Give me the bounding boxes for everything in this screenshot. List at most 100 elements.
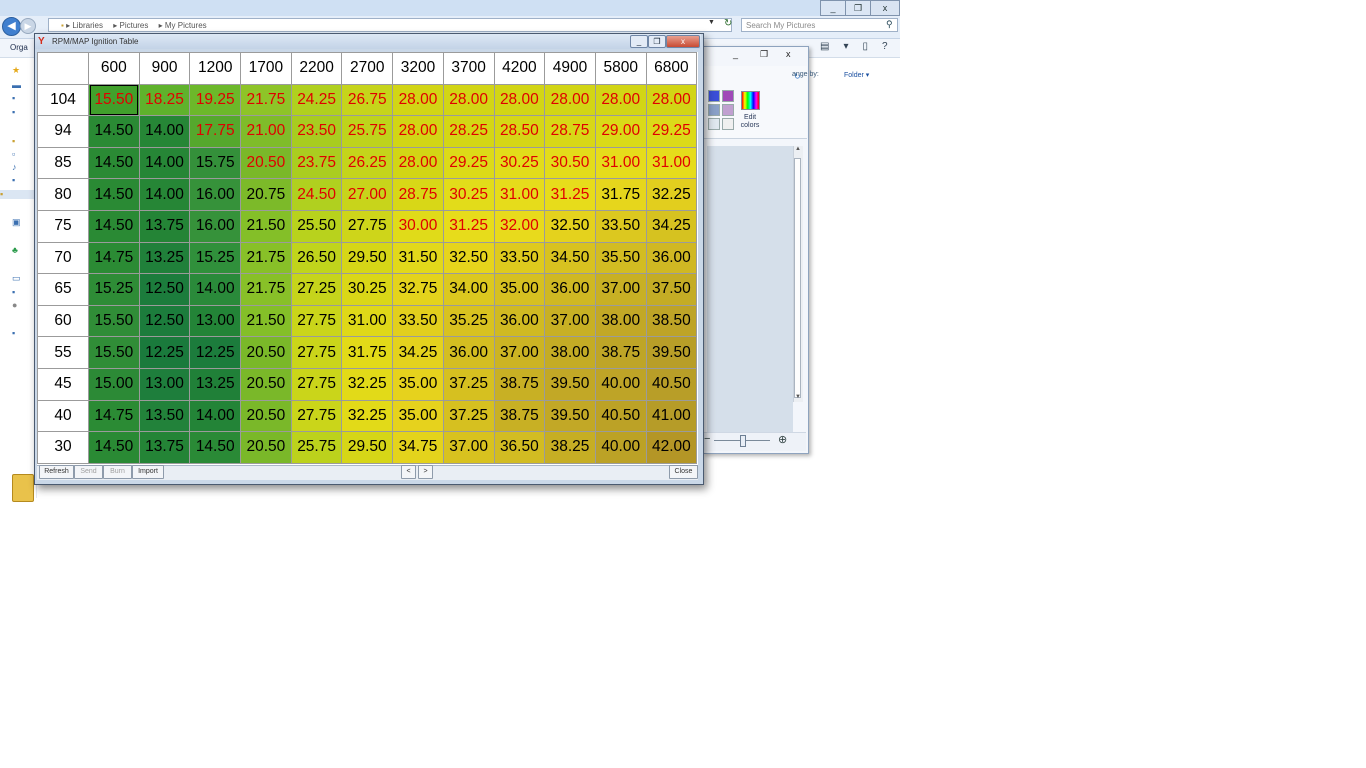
zoom-out-icon[interactable]: −: [704, 433, 710, 445]
breadcrumb-item[interactable]: ▸ My Pictures: [159, 21, 207, 30]
table-cell[interactable]: 36.00: [442, 336, 495, 369]
table-cell[interactable]: 25.75: [341, 115, 394, 148]
table-cell[interactable]: 28.00: [392, 146, 444, 180]
table-cell[interactable]: 25.50: [290, 209, 343, 243]
table-cell[interactable]: 29.50: [341, 241, 394, 275]
favorites-star-icon[interactable]: ★: [12, 66, 22, 75]
zoom-slider-thumb[interactable]: [740, 435, 746, 447]
table-cell[interactable]: 28.00: [392, 115, 444, 148]
table-cell[interactable]: 12.50: [138, 273, 191, 306]
view-options-icons[interactable]: ▤▾▯?: [820, 41, 902, 52]
table-cell[interactable]: 14.00: [189, 273, 242, 306]
color-swatch[interactable]: [722, 118, 734, 130]
organize-menu[interactable]: Orga: [10, 43, 28, 52]
disk-drive-icon[interactable]: ●: [12, 301, 22, 310]
table-cell[interactable]: 29.25: [645, 115, 698, 148]
table-cell[interactable]: 14.00: [138, 146, 191, 180]
table-cell[interactable]: 20.75: [240, 178, 292, 211]
table-cell[interactable]: 14.50: [88, 431, 140, 464]
table-cell[interactable]: 29.25: [442, 146, 495, 180]
table-cell[interactable]: 27.75: [290, 399, 343, 433]
maximize-button[interactable]: ❐: [648, 35, 666, 48]
table-cell[interactable]: 31.00: [493, 178, 546, 211]
table-cell[interactable]: 42.00: [645, 431, 698, 464]
table-cell[interactable]: 15.25: [88, 273, 140, 306]
network-icon[interactable]: ▪: [12, 329, 22, 338]
edit-colors-icon[interactable]: [741, 91, 760, 110]
table-cell[interactable]: 24.25: [290, 83, 343, 117]
paint-minimize-button[interactable]: _: [733, 49, 738, 59]
table-cell[interactable]: 14.00: [138, 115, 191, 148]
table-cell[interactable]: 31.50: [392, 241, 444, 275]
my-pictures-selected-icon[interactable]: ▪: [0, 190, 36, 199]
table-cell[interactable]: 27.25: [290, 273, 343, 306]
table-cell[interactable]: 19.25: [189, 83, 242, 117]
color-swatch[interactable]: [708, 104, 720, 116]
table-cell[interactable]: 28.00: [594, 83, 647, 117]
table-cell[interactable]: 21.75: [240, 83, 292, 117]
table-cell[interactable]: 12.25: [138, 336, 191, 369]
explorer-close-button[interactable]: x: [870, 0, 900, 16]
table-cell[interactable]: 27.00: [341, 178, 394, 211]
close-button[interactable]: Close: [669, 465, 698, 479]
table-cell[interactable]: 14.50: [88, 178, 140, 211]
table-cell[interactable]: 15.50: [88, 336, 140, 369]
table-cell[interactable]: 32.50: [442, 241, 495, 275]
table-cell[interactable]: 15.50: [88, 304, 140, 338]
table-cell[interactable]: 31.00: [594, 146, 647, 180]
table-cell[interactable]: 38.00: [544, 336, 596, 369]
table-cell[interactable]: 14.50: [88, 209, 140, 243]
back-arrow-icon[interactable]: ◀: [2, 17, 21, 36]
table-cell[interactable]: 37.00: [594, 273, 647, 306]
table-cell[interactable]: 31.00: [341, 304, 394, 338]
table-cell[interactable]: 25.75: [290, 431, 343, 464]
table-cell[interactable]: 40.00: [594, 431, 647, 464]
table-cell[interactable]: 37.00: [493, 336, 546, 369]
table-cell[interactable]: 35.50: [594, 241, 647, 275]
address-bar[interactable]: ▪ ▸ Libraries ▸ Pictures ▸ My Pictures: [48, 18, 732, 32]
search-icon[interactable]: ⚲: [886, 19, 893, 30]
table-cell[interactable]: 29.00: [594, 115, 647, 148]
table-cell[interactable]: 28.00: [442, 83, 495, 117]
table-cell[interactable]: 34.25: [392, 336, 444, 369]
table-cell[interactable]: 31.75: [594, 178, 647, 211]
table-cell[interactable]: 38.75: [493, 399, 546, 433]
table-cell[interactable]: 28.25: [442, 115, 495, 148]
table-cell[interactable]: 38.75: [594, 336, 647, 369]
table-cell[interactable]: 30.25: [493, 146, 546, 180]
paint-canvas[interactable]: [707, 146, 793, 432]
burn-button[interactable]: Burn: [103, 465, 132, 479]
table-cell[interactable]: 35.25: [442, 304, 495, 338]
scroll-down-icon[interactable]: ▼: [795, 394, 801, 400]
table-cell[interactable]: 34.00: [442, 273, 495, 306]
color-swatch[interactable]: [722, 104, 734, 116]
music-icon[interactable]: ♪: [12, 163, 22, 172]
table-cell[interactable]: 20.50: [240, 431, 292, 464]
color-swatch[interactable]: [708, 90, 720, 102]
recent-places-icon[interactable]: ▪: [12, 108, 22, 117]
breadcrumb-item[interactable]: ▸ Libraries: [66, 21, 103, 30]
table-cell[interactable]: 23.50: [290, 115, 343, 148]
computer-icon[interactable]: ▭: [12, 274, 22, 283]
zoom-in-icon[interactable]: ⊕: [778, 433, 787, 446]
paint-maximize-button[interactable]: ❐: [760, 49, 768, 60]
table-cell[interactable]: 13.25: [189, 367, 242, 401]
table-cell[interactable]: 31.00: [645, 146, 698, 180]
table-cell[interactable]: 28.00: [493, 83, 546, 117]
scroll-right-button[interactable]: >: [418, 465, 433, 479]
table-cell[interactable]: 29.50: [341, 431, 394, 464]
table-cell[interactable]: 23.75: [290, 146, 343, 180]
table-cell[interactable]: 36.00: [493, 304, 546, 338]
local-disk-icon[interactable]: ▪: [12, 288, 22, 297]
scrollbar-thumb[interactable]: [794, 158, 801, 398]
table-cell[interactable]: 39.50: [645, 336, 698, 369]
table-cell[interactable]: 32.25: [341, 367, 394, 401]
table-cell[interactable]: 14.50: [88, 146, 140, 180]
address-dropdown-icon[interactable]: ▼: [708, 19, 715, 26]
color-swatch[interactable]: [708, 118, 720, 130]
table-cell[interactable]: 36.00: [544, 273, 596, 306]
table-cell[interactable]: 30.25: [341, 273, 394, 306]
table-cell[interactable]: 40.50: [645, 367, 698, 401]
table-cell[interactable]: 15.50: [88, 83, 140, 117]
forward-arrow-icon[interactable]: ▶: [20, 18, 36, 34]
